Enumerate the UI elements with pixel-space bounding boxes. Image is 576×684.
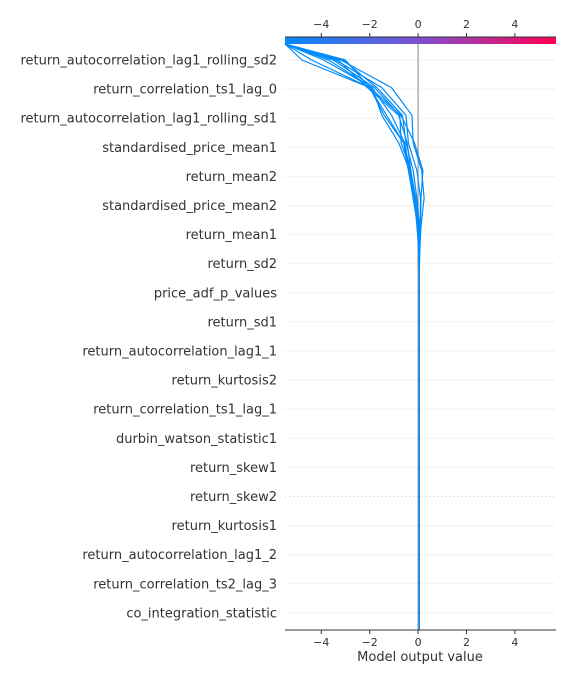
bottom-axis-ticks: −4 −2 0 2 4 [313,630,518,649]
colorbar [285,37,556,44]
bottom-tick-label: 0 [415,636,422,649]
feature-label: return_mean1 [186,228,277,243]
shap-decision-chart: −4 −2 0 2 4 return_autocorrelation_lag1_roll… [21,18,556,665]
feature-label: return_sd1 [207,315,277,330]
x-axis-title: Model output value [357,650,483,665]
feature-label: durbin_watson_statistic1 [116,432,277,447]
top-axis-ticks: −4 −2 0 2 4 [313,18,518,37]
bottom-tick-label: 2 [463,636,470,649]
feature-label: return_skew1 [190,461,277,476]
feature-label: price_adf_p_values [154,286,277,301]
top-tick-label: 2 [463,18,470,31]
feature-label: return_autocorrelation_lag1_rolling_sd2 [21,54,278,69]
feature-label: return_correlation_ts1_lag_1 [93,403,277,418]
feature-label: return_autocorrelation_lag1_rolling_sd1 [21,112,278,127]
feature-label: return_correlation_ts1_lag_0 [93,83,277,98]
decision-line-1 [284,43,424,630]
feature-label: return_skew2 [190,490,277,505]
decision-line-7 [284,43,420,630]
top-tick-label: 0 [415,18,422,31]
top-tick-label: −2 [362,18,378,31]
bottom-tick-label: −2 [362,636,378,649]
top-tick-label: −4 [313,18,329,31]
feature-label: return_autocorrelation_lag1_1 [82,345,277,360]
feature-gridlines [285,59,556,614]
feature-label: return_correlation_ts2_lag_3 [93,577,277,592]
feature-label: return_mean2 [186,170,277,185]
decision-lines [284,43,425,630]
bottom-tick-label: 4 [511,636,518,649]
feature-label: return_autocorrelation_lag1_2 [82,548,277,563]
feature-label: standardised_price_mean1 [102,141,277,156]
feature-label: return_sd2 [207,257,277,272]
feature-labels: return_autocorrelation_lag1_rolling_sd2r… [21,54,278,622]
feature-label: return_kurtosis2 [172,374,277,389]
feature-label: co_integration_statistic [126,606,277,621]
feature-label: return_kurtosis1 [172,519,277,534]
top-tick-label: 4 [511,18,518,31]
bottom-tick-label: −4 [313,636,329,649]
feature-label: standardised_price_mean2 [102,199,277,214]
